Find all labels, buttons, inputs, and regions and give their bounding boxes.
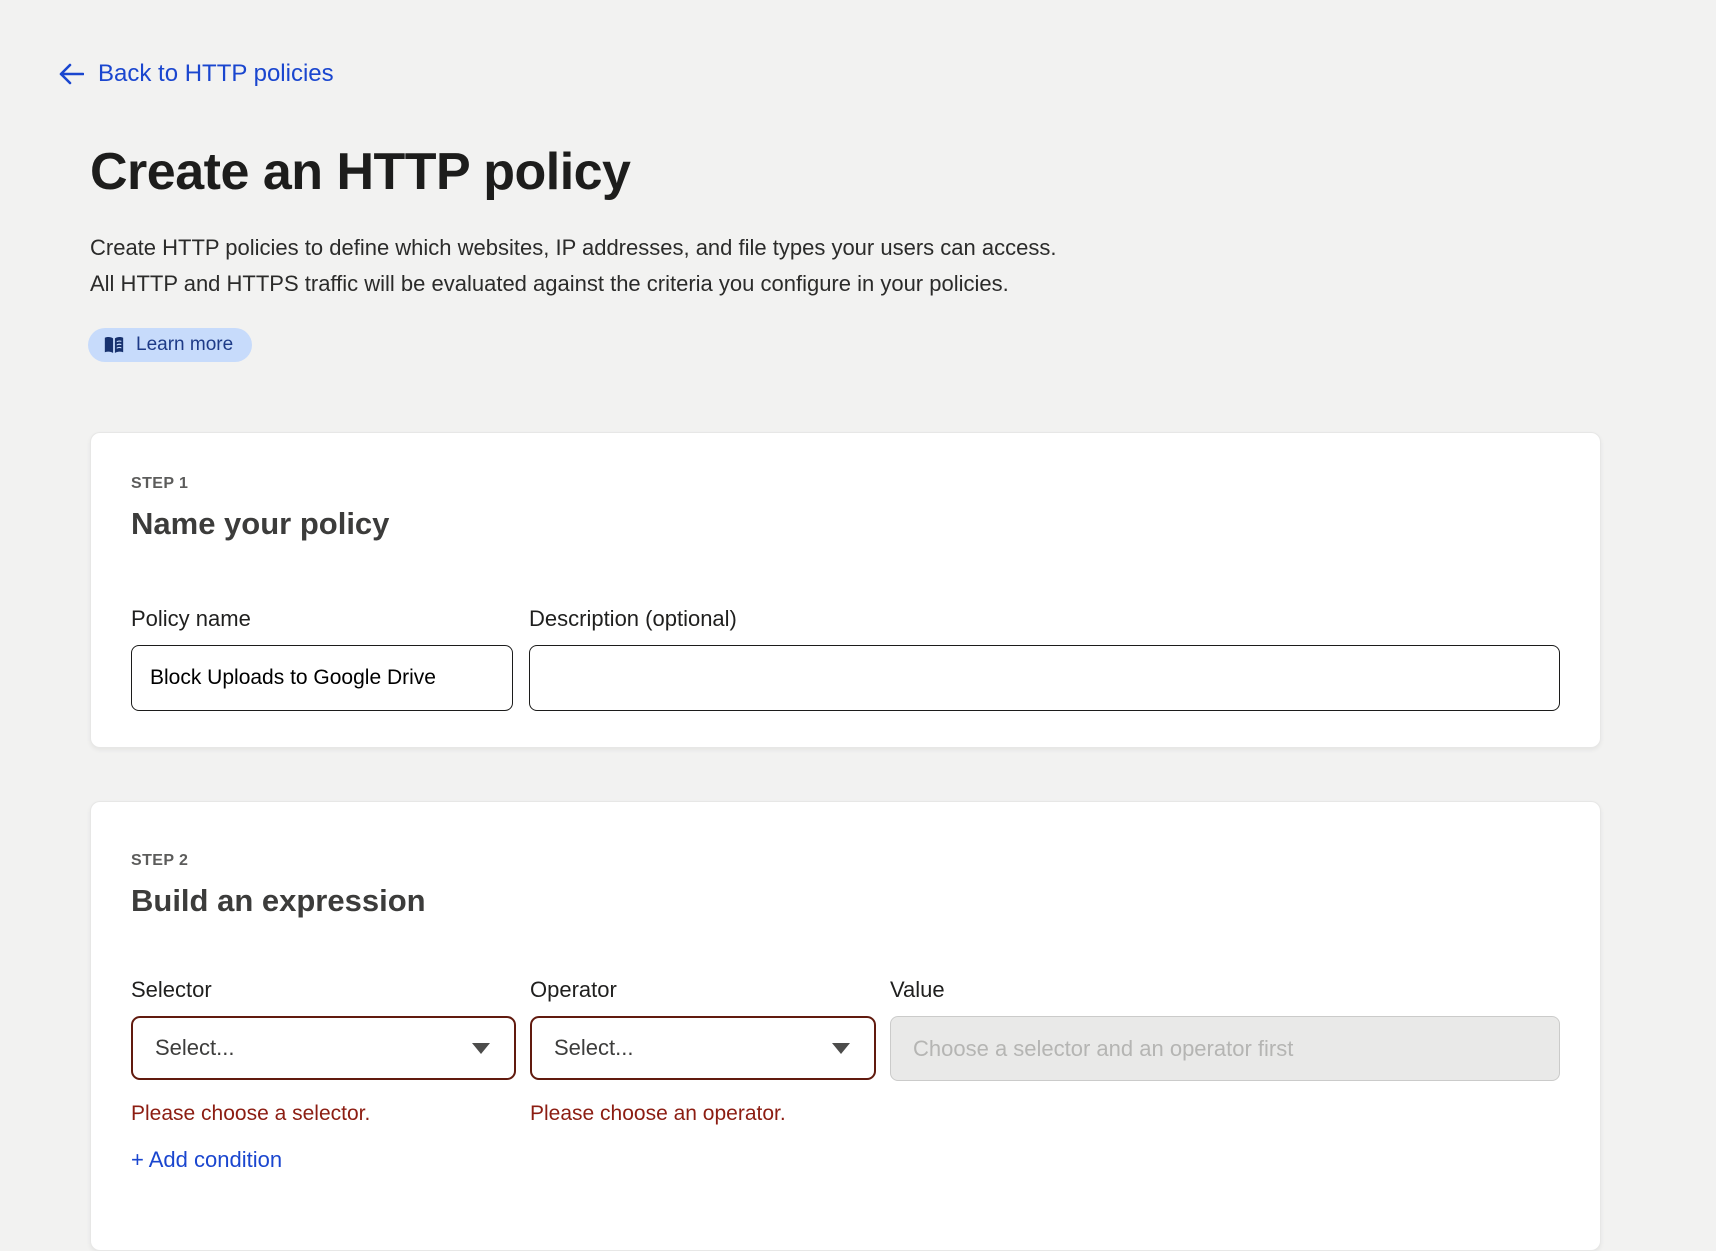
selector-field-group: Selector Select... Please choose a selec… xyxy=(131,977,516,1173)
step2-card: STEP 2 Build an expression Selector Sele… xyxy=(90,801,1601,1251)
step1-heading: Name your policy xyxy=(131,506,1560,542)
selector-selected-value: Select... xyxy=(155,1035,234,1061)
selector-dropdown[interactable]: Select... xyxy=(131,1016,516,1080)
chevron-down-icon xyxy=(472,1043,490,1054)
page-description-line-1: Create HTTP policies to define which web… xyxy=(90,230,1716,266)
operator-selected-value: Select... xyxy=(554,1035,633,1061)
operator-label: Operator xyxy=(530,977,876,1003)
selector-label: Selector xyxy=(131,977,516,1003)
policy-name-input[interactable] xyxy=(131,645,513,711)
book-icon xyxy=(103,336,125,355)
step1-card: STEP 1 Name your policy Policy name Desc… xyxy=(90,432,1601,748)
step2-label: STEP 2 xyxy=(131,852,1560,870)
policy-name-label: Policy name xyxy=(131,606,513,632)
operator-error-message: Please choose an operator. xyxy=(530,1102,876,1126)
selector-error-message: Please choose a selector. xyxy=(131,1102,516,1126)
back-arrow-icon xyxy=(58,63,84,85)
value-field-group: Value xyxy=(890,977,1560,1173)
chevron-down-icon xyxy=(832,1043,850,1054)
operator-dropdown[interactable]: Select... xyxy=(530,1016,876,1080)
description-field-group: Description (optional) xyxy=(529,606,1560,711)
step2-heading: Build an expression xyxy=(131,883,1560,919)
page-description-line-2: All HTTP and HTTPS traffic will be evalu… xyxy=(90,266,1716,302)
step1-label: STEP 1 xyxy=(131,475,1560,493)
back-link-label: Back to HTTP policies xyxy=(98,60,334,88)
back-to-http-policies-link[interactable]: Back to HTTP policies xyxy=(58,60,334,88)
operator-field-group: Operator Select... Please choose an oper… xyxy=(530,977,876,1173)
value-input[interactable] xyxy=(890,1016,1560,1081)
page-title: Create an HTTP policy xyxy=(90,142,1716,202)
learn-more-button[interactable]: Learn more xyxy=(88,328,252,362)
value-label: Value xyxy=(890,977,1560,1003)
description-input[interactable] xyxy=(529,645,1560,711)
description-label: Description (optional) xyxy=(529,606,1560,632)
learn-more-label: Learn more xyxy=(136,334,233,356)
add-condition-link[interactable]: + Add condition xyxy=(131,1147,282,1173)
policy-name-field-group: Policy name xyxy=(131,606,513,711)
page-description: Create HTTP policies to define which web… xyxy=(90,230,1716,302)
